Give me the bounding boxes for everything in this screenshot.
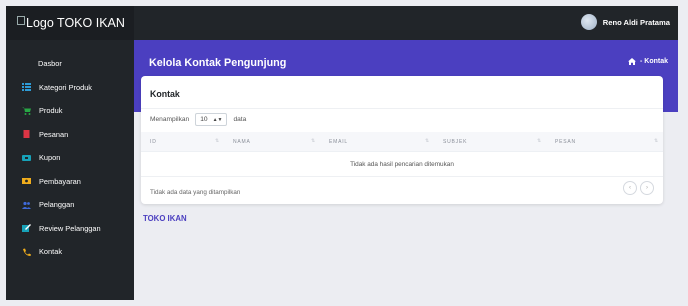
sidebar-nav: Dasbor Kategori Produk Produk Pesanan Ku… [6,52,134,264]
col-header-nama[interactable]: NAMA ⇅ [224,132,320,152]
sidebar-item-label: Kontak [39,247,63,257]
sidebar-item-kontak[interactable]: Kontak [6,240,134,264]
table-info: Tidak ada data yang ditampilkan [150,189,241,196]
table-header: ID ⇅ NAMA ⇅ EMAIL ⇅ SUBJEK ⇅ PESAN ⇅ [141,132,663,152]
sidebar-item-review-pelanggan[interactable]: Review Pelanggan [6,217,134,241]
sort-icon: ⇅ [311,137,316,144]
sidebar-item-label: Dasbor [38,59,62,69]
sort-icon: ⇅ [537,137,542,144]
sort-icon: ⇅ [425,137,430,144]
page-length-control: Menampilkan 10 ▲▼ data [150,113,246,126]
page-length-select[interactable]: 10 ▲▼ [195,113,228,126]
sidebar-item-dasbor[interactable]: Dasbor [6,52,134,76]
col-header-label: ID [150,138,157,145]
col-header-label: EMAIL [329,138,349,145]
home-icon[interactable] [628,58,636,65]
col-header-subjek[interactable]: SUBJEK ⇅ [434,132,546,152]
sidebar-item-kupon[interactable]: Kupon [6,146,134,170]
sidebar-item-label: Produk [39,106,63,116]
sidebar: Logo TOKO IKAN Dasbor Kategori Produk Pr [6,6,134,300]
sidebar-item-label: Kupon [39,153,61,163]
footer-brand: TOKO IKAN [143,214,187,223]
sidebar-item-kategori-produk[interactable]: Kategori Produk [6,76,134,100]
sort-icon: ⇅ [215,137,220,144]
col-header-label: NAMA [233,138,251,145]
user-name: Reno Aldi Pratama [602,17,670,27]
contacts-card: Kontak Menampilkan 10 ▲▼ data ID ⇅ NAMA … [141,76,663,204]
prev-page-button[interactable]: ‹ [623,181,637,195]
page-title: Kelola Kontak Pengunjung [149,57,287,69]
col-header-label: SUBJEK [443,138,468,145]
topbar: Reno Aldi Pratama [134,6,678,40]
receipt-icon [23,130,30,139]
users-icon [22,201,31,209]
sidebar-item-label: Review Pelanggan [39,223,101,233]
col-header-pesan[interactable]: PESAN ⇅ [546,132,663,152]
cart-icon [22,107,31,115]
ticket-icon [22,154,31,161]
sidebar-item-produk[interactable]: Produk [6,99,134,123]
col-header-email[interactable]: EMAIL ⇅ [320,132,434,152]
logo-alt-text: Logo TOKO IKAN [26,16,125,30]
breadcrumb-current: - Kontak [640,58,668,65]
broken-image-icon [17,15,25,25]
sidebar-item-pelanggan[interactable]: Pelanggan [6,193,134,217]
page-length-value: 10 [200,116,208,123]
chevron-updown-icon: ▲▼ [212,116,223,123]
col-header-label: PESAN [555,138,576,145]
sidebar-item-pembayaran[interactable]: Pembayaran [6,170,134,194]
edit-icon [22,224,31,233]
card-title: Kontak [150,89,180,99]
sidebar-item-pesanan[interactable]: Pesanan [6,123,134,147]
list-icon [22,83,31,92]
table-empty-row: Tidak ada hasil pencarian ditemukan [141,152,663,177]
col-header-id[interactable]: ID ⇅ [141,132,224,152]
sidebar-item-label: Pelanggan [39,200,75,210]
sidebar-item-label: Pembayaran [39,176,81,186]
money-icon [22,178,31,185]
user-menu[interactable]: Reno Aldi Pratama [580,14,670,30]
pagination: ‹ › [623,181,654,195]
logo[interactable]: Logo TOKO IKAN [6,6,134,40]
avatar [580,14,597,30]
phone-icon [23,248,31,256]
show-prefix: Menampilkan [150,116,190,123]
sidebar-item-label: Kategori Produk [39,82,92,92]
sidebar-item-label: Pesanan [39,129,69,139]
show-suffix: data [233,116,247,123]
card-divider [141,108,663,109]
contacts-table: ID ⇅ NAMA ⇅ EMAIL ⇅ SUBJEK ⇅ PESAN ⇅ Tid… [141,132,663,177]
breadcrumb: - Kontak [628,58,668,65]
empty-message: Tidak ada hasil pencarian ditemukan [350,160,454,168]
sort-icon: ⇅ [654,137,659,144]
next-page-button[interactable]: › [640,181,654,195]
